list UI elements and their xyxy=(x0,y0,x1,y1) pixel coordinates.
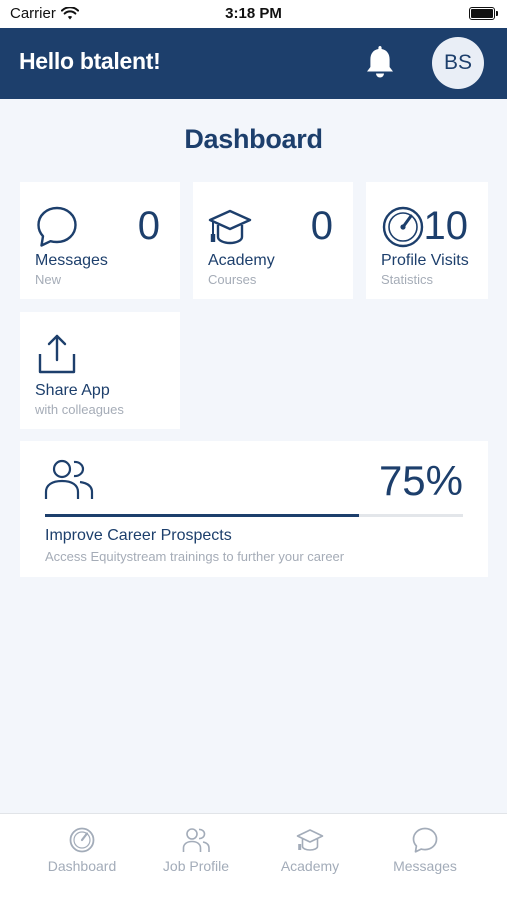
chat-bubble-icon xyxy=(412,827,438,853)
tab-academy[interactable]: Academy xyxy=(255,826,365,874)
career-progress-fill xyxy=(45,514,359,517)
bell-icon[interactable] xyxy=(362,43,398,81)
tab-dashboard-label: Dashboard xyxy=(47,858,117,874)
share-app-label: Share App xyxy=(35,382,110,399)
graduation-cap-icon xyxy=(296,829,324,851)
tab-messages-label: Messages xyxy=(393,858,457,874)
speedometer-icon xyxy=(382,206,424,248)
career-label: Improve Career Prospects xyxy=(45,527,232,544)
tab-bar: Dashboard Job Profile Academy Messages xyxy=(0,813,507,900)
profile-visits-label: Profile Visits xyxy=(381,252,469,269)
profile-visits-count: 10 xyxy=(423,204,469,248)
profile-visits-tile[interactable]: 10 Profile Visits Statistics xyxy=(366,182,488,299)
tab-messages[interactable]: Messages xyxy=(370,826,480,874)
avatar[interactable]: BS xyxy=(432,37,484,89)
battery-icon xyxy=(469,7,498,20)
career-percent: 75% xyxy=(378,457,463,504)
status-bar: Carrier 3:18 PM xyxy=(0,0,507,28)
messages-tile[interactable]: 0 Messages New xyxy=(20,182,180,299)
people-icon xyxy=(182,828,210,852)
tab-dashboard[interactable]: Dashboard xyxy=(27,826,137,874)
share-icon xyxy=(38,334,76,374)
academy-label: Academy xyxy=(208,252,275,269)
messages-label: Messages xyxy=(35,252,108,269)
app-header: Hello btalent! BS xyxy=(0,28,507,99)
academy-sub: Courses xyxy=(208,272,257,287)
academy-tile[interactable]: 0 Academy Courses xyxy=(193,182,353,299)
tab-job-profile[interactable]: Job Profile xyxy=(141,826,251,874)
tab-academy-label: Academy xyxy=(280,858,340,874)
messages-sub: New xyxy=(35,272,62,287)
page-title: Dashboard xyxy=(184,124,323,154)
career-progress-bar xyxy=(45,514,463,517)
tab-job-profile-label: Job Profile xyxy=(162,858,230,874)
chat-bubble-icon xyxy=(37,206,77,247)
graduation-cap-icon xyxy=(208,209,252,245)
profile-visits-sub: Statistics xyxy=(381,272,434,287)
people-icon xyxy=(44,459,94,499)
share-app-sub: with colleagues xyxy=(35,402,124,417)
messages-count: 0 xyxy=(137,204,160,248)
career-prospects-card[interactable]: 75% Improve Career Prospects Access Equi… xyxy=(20,441,488,577)
status-time: 3:18 PM xyxy=(225,5,282,22)
speedometer-icon xyxy=(69,827,95,853)
share-app-tile[interactable]: Share App with colleagues xyxy=(20,312,180,429)
career-sub: Access Equitystream trainings to further… xyxy=(45,549,345,564)
academy-count: 0 xyxy=(310,204,333,248)
greeting-title: Hello btalent! xyxy=(19,48,161,74)
